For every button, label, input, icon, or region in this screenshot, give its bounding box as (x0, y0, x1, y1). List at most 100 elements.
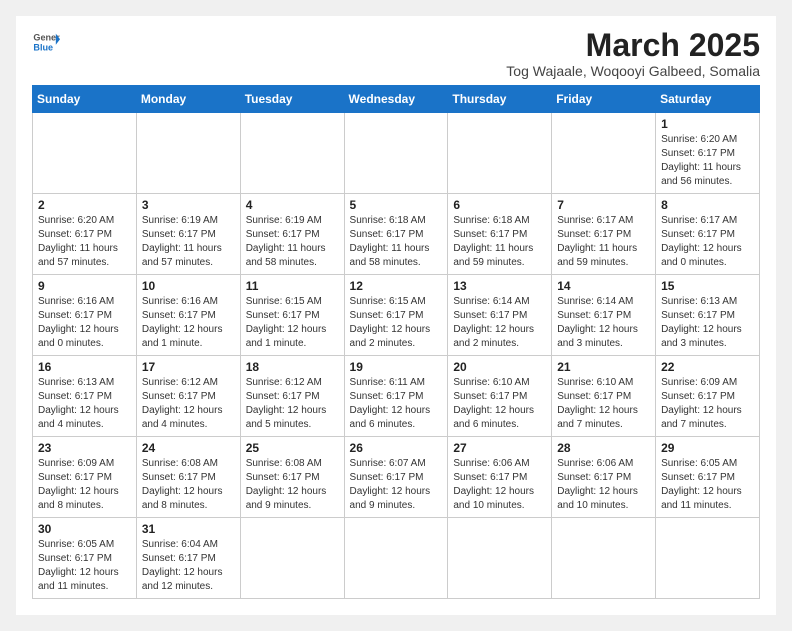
calendar-cell: 26 Sunrise: 6:07 AMSunset: 6:17 PMDayligh… (344, 437, 448, 518)
day-number: 12 (350, 279, 443, 293)
calendar-cell (240, 113, 344, 194)
calendar-cell: 2Sunrise: 6:20 AMSunset: 6:17 PMDaylight… (33, 194, 137, 275)
calendar-week-5: 23Sunrise: 6:09 AMSunset: 6:17 PMDayligh… (33, 437, 760, 518)
weekday-header-row: SundayMondayTuesdayWednesdayThursdayFrid… (33, 86, 760, 113)
calendar-cell (240, 518, 344, 599)
calendar-cell: 24 Sunrise: 6:08 AMSunset: 6:17 PMDayligh… (136, 437, 240, 518)
calendar-week-1: 1 Sunrise: 6:20 AMSunset: 6:17 PMDaylight… (33, 113, 760, 194)
day-number: 29 (661, 441, 754, 455)
calendar-cell (448, 518, 552, 599)
header: General Blue March 2025 Tog Wajaale, Woq… (32, 28, 760, 79)
calendar-cell: 7 Sunrise: 6:17 AMSunset: 6:17 PMDaylight… (552, 194, 656, 275)
day-info: Sunrise: 6:08 AMSunset: 6:17 PMDaylight:… (246, 457, 339, 513)
calendar-cell: 28 Sunrise: 6:06 AMSunset: 6:17 PMDayligh… (552, 437, 656, 518)
calendar-page: General Blue March 2025 Tog Wajaale, Woq… (16, 16, 776, 615)
day-info: Sunrise: 6:13 AMSunset: 6:17 PMDaylight:… (661, 295, 754, 351)
day-number: 5 (350, 198, 443, 212)
day-info: Sunrise: 6:10 AMSunset: 6:17 PMDaylight:… (557, 376, 650, 432)
calendar-cell: 5 Sunrise: 6:18 AMSunset: 6:17 PMDaylight… (344, 194, 448, 275)
day-info: Sunrise: 6:09 AMSunset: 6:17 PMDaylight:… (38, 457, 131, 513)
day-number: 1 (661, 117, 754, 131)
day-info: Sunrise: 6:16 AMSunset: 6:17 PMDaylight:… (38, 295, 131, 351)
day-number: 19 (350, 360, 443, 374)
day-number: 6 (453, 198, 546, 212)
day-info: Sunrise: 6:09 AMSunset: 6:17 PMDaylight:… (661, 376, 754, 432)
day-info: Sunrise: 6:08 AMSunset: 6:17 PMDaylight:… (142, 457, 235, 513)
calendar-cell: 8 Sunrise: 6:17 AMSunset: 6:17 PMDaylight… (656, 194, 760, 275)
day-info: Sunrise: 6:18 AMSunset: 6:17 PMDaylight:… (453, 214, 546, 270)
day-info: Sunrise: 6:07 AMSunset: 6:17 PMDaylight:… (350, 457, 443, 513)
calendar-cell: 10Sunrise: 6:16 AMSunset: 6:17 PMDayligh… (136, 275, 240, 356)
day-number: 11 (246, 279, 339, 293)
day-info: Sunrise: 6:14 AMSunset: 6:17 PMDaylight:… (453, 295, 546, 351)
day-info: Sunrise: 6:05 AMSunset: 6:17 PMDaylight:… (38, 538, 131, 594)
day-number: 26 (350, 441, 443, 455)
day-info: Sunrise: 6:17 AMSunset: 6:17 PMDaylight:… (661, 214, 754, 270)
weekday-header-friday: Friday (552, 86, 656, 113)
calendar-cell: 4Sunrise: 6:19 AMSunset: 6:17 PMDaylight… (240, 194, 344, 275)
calendar-cell: 6 Sunrise: 6:18 AMSunset: 6:17 PMDaylight… (448, 194, 552, 275)
calendar-cell: 1 Sunrise: 6:20 AMSunset: 6:17 PMDaylight… (656, 113, 760, 194)
day-number: 13 (453, 279, 546, 293)
day-number: 20 (453, 360, 546, 374)
calendar-cell: 30 Sunrise: 6:05 AMSunset: 6:17 PMDayligh… (33, 518, 137, 599)
day-info: Sunrise: 6:15 AMSunset: 6:17 PMDaylight:… (246, 295, 339, 351)
day-number: 24 (142, 441, 235, 455)
calendar-cell: 31 Sunrise: 6:04 AMSunset: 6:17 PMDayligh… (136, 518, 240, 599)
day-number: 8 (661, 198, 754, 212)
day-number: 3 (142, 198, 235, 212)
calendar-cell: 11 Sunrise: 6:15 AMSunset: 6:17 PMDayligh… (240, 275, 344, 356)
day-number: 30 (38, 522, 131, 536)
weekday-header-monday: Monday (136, 86, 240, 113)
month-title: March 2025 (506, 28, 760, 63)
calendar-cell: 29 Sunrise: 6:05 AMSunset: 6:17 PMDayligh… (656, 437, 760, 518)
calendar-cell (656, 518, 760, 599)
calendar-cell: 12Sunrise: 6:15 AMSunset: 6:17 PMDayligh… (344, 275, 448, 356)
day-number: 22 (661, 360, 754, 374)
day-number: 27 (453, 441, 546, 455)
day-info: Sunrise: 6:19 AMSunset: 6:17 PMDaylight:… (246, 214, 339, 270)
day-info: Sunrise: 6:16 AMSunset: 6:17 PMDaylight:… (142, 295, 235, 351)
calendar-week-6: 30 Sunrise: 6:05 AMSunset: 6:17 PMDayligh… (33, 518, 760, 599)
day-info: Sunrise: 6:20 AMSunset: 6:17 PMDaylight:… (38, 214, 131, 270)
calendar-cell (344, 518, 448, 599)
day-info: Sunrise: 6:12 AMSunset: 6:17 PMDaylight:… (246, 376, 339, 432)
day-number: 18 (246, 360, 339, 374)
location-subtitle: Tog Wajaale, Woqooyi Galbeed, Somalia (506, 63, 760, 79)
calendar-table: SundayMondayTuesdayWednesdayThursdayFrid… (32, 85, 760, 599)
day-info: Sunrise: 6:19 AMSunset: 6:17 PMDaylight:… (142, 214, 235, 270)
day-info: Sunrise: 6:18 AMSunset: 6:17 PMDaylight:… (350, 214, 443, 270)
day-number: 7 (557, 198, 650, 212)
day-info: Sunrise: 6:20 AMSunset: 6:17 PMDaylight:… (661, 133, 754, 189)
day-number: 21 (557, 360, 650, 374)
day-info: Sunrise: 6:11 AMSunset: 6:17 PMDaylight:… (350, 376, 443, 432)
day-info: Sunrise: 6:12 AMSunset: 6:17 PMDaylight:… (142, 376, 235, 432)
calendar-cell: 25 Sunrise: 6:08 AMSunset: 6:17 PMDayligh… (240, 437, 344, 518)
calendar-cell: 13 Sunrise: 6:14 AMSunset: 6:17 PMDayligh… (448, 275, 552, 356)
weekday-header-saturday: Saturday (656, 86, 760, 113)
calendar-cell: 22 Sunrise: 6:09 AMSunset: 6:17 PMDayligh… (656, 356, 760, 437)
calendar-cell (344, 113, 448, 194)
calendar-cell: 20 Sunrise: 6:10 AMSunset: 6:17 PMDayligh… (448, 356, 552, 437)
day-number: 31 (142, 522, 235, 536)
calendar-cell: 19 Sunrise: 6:11 AMSunset: 6:17 PMDayligh… (344, 356, 448, 437)
calendar-cell: 23Sunrise: 6:09 AMSunset: 6:17 PMDayligh… (33, 437, 137, 518)
day-info: Sunrise: 6:17 AMSunset: 6:17 PMDaylight:… (557, 214, 650, 270)
day-number: 28 (557, 441, 650, 455)
day-info: Sunrise: 6:06 AMSunset: 6:17 PMDaylight:… (453, 457, 546, 513)
day-number: 25 (246, 441, 339, 455)
day-info: Sunrise: 6:06 AMSunset: 6:17 PMDaylight:… (557, 457, 650, 513)
day-info: Sunrise: 6:05 AMSunset: 6:17 PMDaylight:… (661, 457, 754, 513)
calendar-cell (136, 113, 240, 194)
calendar-week-3: 9Sunrise: 6:16 AMSunset: 6:17 PMDaylight… (33, 275, 760, 356)
day-number: 15 (661, 279, 754, 293)
calendar-cell: 16Sunrise: 6:13 AMSunset: 6:17 PMDayligh… (33, 356, 137, 437)
day-info: Sunrise: 6:14 AMSunset: 6:17 PMDaylight:… (557, 295, 650, 351)
weekday-header-tuesday: Tuesday (240, 86, 344, 113)
calendar-cell (33, 113, 137, 194)
title-block: March 2025 Tog Wajaale, Woqooyi Galbeed,… (506, 28, 760, 79)
day-info: Sunrise: 6:10 AMSunset: 6:17 PMDaylight:… (453, 376, 546, 432)
day-info: Sunrise: 6:04 AMSunset: 6:17 PMDaylight:… (142, 538, 235, 594)
day-number: 17 (142, 360, 235, 374)
weekday-header-wednesday: Wednesday (344, 86, 448, 113)
